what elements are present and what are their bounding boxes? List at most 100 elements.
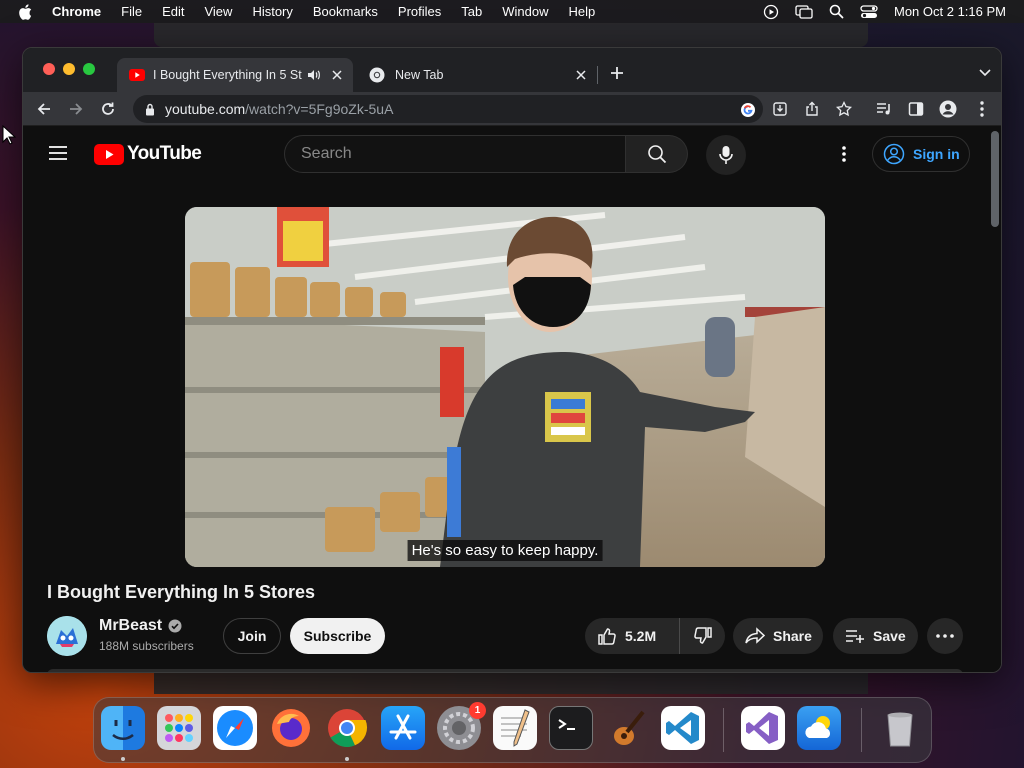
safari-icon[interactable] [213, 706, 257, 750]
menu-file[interactable]: File [121, 4, 142, 19]
background-window-bottom [154, 672, 868, 694]
share-button[interactable]: Share [733, 618, 823, 654]
back-button[interactable] [35, 100, 53, 118]
tab-new-tab[interactable]: New Tab [359, 58, 597, 92]
lock-icon[interactable] [145, 103, 155, 116]
google-lens-icon[interactable] [739, 101, 757, 119]
menu-edit[interactable]: Edit [162, 4, 184, 19]
address-bar[interactable]: youtube.com/watch?v=5Fg9oZk-5uA [133, 95, 763, 123]
thumbs-up-icon [598, 628, 616, 645]
side-panel-icon[interactable] [907, 100, 925, 118]
weather-icon[interactable] [797, 706, 841, 750]
tab-title: I Bought Everything In 5 St [153, 68, 302, 82]
menu-app-name[interactable]: Chrome [52, 4, 101, 19]
install-app-icon[interactable] [771, 100, 789, 118]
search-input[interactable]: Search [284, 135, 626, 173]
share-page-icon[interactable] [803, 100, 821, 118]
tab-title: New Tab [395, 68, 444, 82]
spotlight-search-icon[interactable] [829, 4, 844, 19]
tab-audio-icon[interactable] [307, 68, 321, 82]
dislike-button[interactable] [680, 618, 725, 654]
youtube-page: YouTube Search Sign in He's so easy to k… [23, 127, 1001, 672]
garageband-icon[interactable] [605, 706, 649, 750]
hamburger-menu-icon[interactable] [47, 145, 71, 163]
close-window-button[interactable] [43, 63, 55, 75]
trash-icon[interactable] [878, 706, 922, 750]
like-count: 5.2M [625, 628, 657, 644]
video-player[interactable]: He's so easy to keep happy. [185, 207, 825, 567]
menu-tab[interactable]: Tab [461, 4, 482, 19]
youtube-favicon-icon [129, 69, 145, 81]
finder-icon[interactable] [101, 706, 145, 750]
firefox-icon[interactable] [269, 706, 313, 750]
youtube-logo[interactable]: YouTube [94, 143, 202, 165]
app-store-icon[interactable] [381, 706, 425, 750]
textedit-icon[interactable] [493, 706, 537, 750]
voice-search-button[interactable] [706, 135, 746, 175]
menu-profiles[interactable]: Profiles [398, 4, 441, 19]
url-host: youtube.com [165, 101, 246, 117]
video-frame-image [185, 207, 825, 567]
more-horizontal-icon [936, 634, 954, 638]
youtube-wordmark: YouTube [127, 143, 202, 164]
like-button[interactable]: 5.2M [585, 618, 680, 654]
chrome-favicon-icon [369, 67, 385, 83]
profile-icon[interactable] [939, 100, 957, 118]
save-button[interactable]: Save [833, 618, 918, 654]
more-actions-button[interactable] [927, 618, 963, 654]
channel-name-row[interactable]: MrBeast [99, 617, 182, 635]
visual-studio-icon[interactable] [741, 706, 785, 750]
subscriber-count: 188M subscribers [99, 639, 194, 653]
search-icon [647, 145, 666, 164]
channel-avatar[interactable] [47, 616, 87, 656]
chrome-menu-icon[interactable] [973, 100, 991, 118]
page-scrollbar[interactable] [991, 131, 999, 227]
media-controls-icon[interactable] [875, 100, 893, 118]
chrome-window: I Bought Everything In 5 St New Tab yout… [22, 47, 1002, 673]
menu-window[interactable]: Window [502, 4, 548, 19]
screen-mirroring-icon[interactable] [795, 4, 813, 20]
minimize-window-button[interactable] [63, 63, 75, 75]
macos-dock: 1 [93, 697, 932, 763]
apple-icon[interactable] [18, 3, 34, 20]
channel-name[interactable]: MrBeast [99, 617, 162, 635]
video-caption: He's so easy to keep happy. [407, 540, 603, 561]
menu-bookmarks[interactable]: Bookmarks [313, 4, 378, 19]
tab-youtube[interactable]: I Bought Everything In 5 St [117, 58, 353, 92]
settings-badge: 1 [469, 702, 486, 719]
forward-button[interactable] [67, 100, 85, 118]
join-button[interactable]: Join [223, 618, 281, 654]
close-tab-icon[interactable] [329, 67, 345, 83]
search-button[interactable] [626, 135, 688, 173]
control-center-icon[interactable] [860, 4, 878, 19]
close-tab-icon[interactable] [573, 67, 589, 83]
subscribe-button[interactable]: Subscribe [290, 618, 385, 654]
macos-menu-bar: Chrome File Edit View History Bookmarks … [0, 0, 1024, 23]
menu-help[interactable]: Help [569, 4, 596, 19]
tab-search-chevron-icon[interactable] [979, 64, 991, 82]
menubar-clock[interactable]: Mon Oct 2 1:16 PM [894, 4, 1006, 19]
menu-history[interactable]: History [252, 4, 292, 19]
like-dislike-group: 5.2M [585, 618, 725, 654]
bookmark-star-icon[interactable] [835, 100, 853, 118]
sign-in-label: Sign in [913, 146, 960, 162]
settings-menu-icon[interactable] [835, 144, 853, 164]
dock-running-indicator [121, 757, 125, 761]
vscode-icon[interactable] [661, 706, 705, 750]
menu-view[interactable]: View [204, 4, 232, 19]
play-status-icon[interactable] [763, 4, 779, 20]
launchpad-icon[interactable] [157, 706, 201, 750]
chrome-icon[interactable] [325, 706, 369, 750]
tab-divider [597, 66, 598, 84]
share-label: Share [773, 628, 812, 644]
sign-in-button[interactable]: Sign in [872, 136, 970, 172]
search-placeholder: Search [301, 145, 352, 162]
terminal-icon[interactable] [549, 706, 593, 750]
description-box-edge [47, 669, 963, 672]
zoom-window-button[interactable] [83, 63, 95, 75]
new-tab-button[interactable] [607, 63, 627, 83]
save-label: Save [873, 628, 906, 644]
background-window-top [154, 23, 868, 47]
dock-running-indicator [345, 757, 349, 761]
reload-button[interactable] [99, 100, 117, 118]
